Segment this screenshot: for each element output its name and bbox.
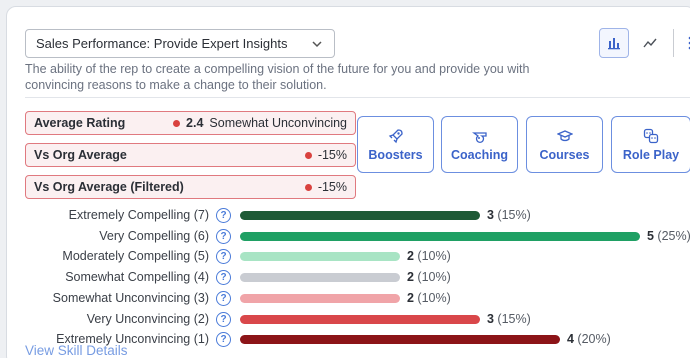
category-label: Somewhat Unconvincing (3): [52, 290, 209, 305]
role-play-label: Role Play: [622, 147, 680, 162]
help-icon[interactable]: ?: [216, 249, 231, 265]
category-label: Somewhat Compelling (4): [65, 270, 209, 285]
average-rating-text: Somewhat Unconvincing: [209, 116, 347, 130]
bar-value-label: 5 (25%): [647, 229, 690, 243]
line-chart-button[interactable]: [635, 28, 665, 58]
courses-label: Courses: [539, 147, 590, 162]
bar-value-label: 3 (15%): [487, 312, 531, 326]
chevron-down-icon: [312, 40, 322, 47]
metric-select-value: Sales Performance: Provide Expert Insigh…: [36, 36, 288, 51]
bar[interactable]: [240, 252, 400, 262]
bar-value-label: 2 (10%): [407, 291, 451, 305]
more-options-button[interactable]: [682, 28, 690, 58]
bar-percent: (15%): [493, 208, 531, 222]
bar-percent: (10%): [413, 290, 451, 305]
courses-button[interactable]: Courses: [526, 116, 603, 173]
coaching-label: Coaching: [451, 147, 508, 162]
chart-row: Extremely Compelling (7)? 3 (15%): [7, 207, 690, 225]
chart-row: Very Compelling (6)? 5 (25%): [7, 228, 690, 246]
category-label: Extremely Compelling (7): [68, 208, 209, 222]
chart-row: Very Unconvincing (2)? 3 (15%): [7, 311, 690, 329]
bar-value-label: 4 (20%): [567, 332, 611, 346]
vs-org-average-filtered-stat: Vs Org Average (Filtered) -15%: [25, 175, 356, 199]
bar[interactable]: [240, 231, 640, 241]
bar[interactable]: [240, 335, 560, 345]
category-label: Very Compelling (6): [99, 228, 209, 243]
bar-count: 4: [567, 332, 574, 347]
bar-count: 2: [407, 270, 414, 285]
chart-row: Somewhat Unconvincing (3)? 2 (10%): [7, 290, 690, 308]
bar[interactable]: [240, 211, 480, 220]
bar-percent: (25%): [653, 228, 690, 243]
chart-row: Moderately Compelling (5)? 2 (10%): [7, 248, 690, 266]
bar[interactable]: [240, 314, 480, 324]
average-rating-score: 2.4: [186, 116, 204, 130]
bar-percent: (10%): [413, 270, 451, 285]
average-rating-stat: Average Rating 2.4 Somewhat Unconvincing: [25, 111, 356, 135]
whistle-icon: [471, 131, 487, 143]
chart-row: Somewhat Compelling (4)? 2 (10%): [7, 269, 690, 287]
bar-value-label: 2 (10%): [407, 249, 451, 263]
bar[interactable]: [240, 273, 400, 283]
help-icon[interactable]: ?: [216, 311, 231, 327]
bar-count: 3: [487, 208, 494, 222]
negative-dot-icon: [304, 151, 312, 159]
help-icon[interactable]: ?: [216, 208, 231, 223]
line-chart-icon: [643, 38, 657, 48]
vs-org-average-filtered-value: -15%: [317, 180, 347, 194]
skill-card: Sales Performance: Provide Expert Insigh…: [6, 6, 690, 358]
bar-percent: (15%): [493, 311, 531, 326]
stat-label: Vs Org Average (Filtered): [34, 180, 184, 194]
help-icon[interactable]: ?: [216, 270, 231, 286]
help-icon[interactable]: ?: [216, 332, 231, 348]
metric-select[interactable]: Sales Performance: Provide Expert Insigh…: [25, 29, 335, 58]
role-play-button[interactable]: Role Play: [611, 116, 690, 173]
bar-chart-icon: [608, 38, 620, 50]
section-divider: [25, 97, 690, 98]
negative-dot-icon: [173, 119, 181, 127]
masks-icon: [643, 128, 659, 143]
boosters-label: Boosters: [368, 147, 423, 162]
coaching-button[interactable]: Coaching: [441, 116, 518, 173]
bar-count: 2: [407, 249, 414, 264]
stat-label: Vs Org Average: [34, 148, 127, 162]
negative-dot-icon: [304, 183, 312, 191]
view-skill-details-link[interactable]: View Skill Details: [25, 343, 128, 358]
bar-count: 2: [407, 290, 414, 305]
bar-count: 3: [487, 311, 494, 326]
bar-chart-button[interactable]: [599, 28, 629, 58]
bar-percent: (10%): [413, 249, 451, 264]
stat-label: Average Rating: [34, 116, 126, 130]
skill-description: The ability of the rep to create a compe…: [25, 62, 530, 92]
bar-value-label: 2 (10%): [407, 270, 451, 284]
vs-org-average-value: -15%: [317, 148, 347, 162]
bar-percent: (20%): [573, 332, 611, 347]
help-icon[interactable]: ?: [216, 228, 231, 244]
toolbar-divider: [673, 29, 674, 57]
chart-toolbar: [599, 28, 690, 58]
category-label: Moderately Compelling (5): [62, 249, 209, 264]
bar[interactable]: [240, 293, 400, 303]
boosters-button[interactable]: Boosters: [357, 116, 434, 173]
rocket-icon: [388, 128, 403, 143]
help-icon[interactable]: ?: [216, 290, 231, 306]
vs-org-average-stat: Vs Org Average -15%: [25, 143, 356, 167]
bar-count: 5: [647, 228, 654, 243]
category-label: Very Unconvincing (2): [86, 311, 209, 326]
bar-value-label: 3 (15%): [487, 208, 531, 222]
graduation-cap-icon: [556, 129, 573, 141]
